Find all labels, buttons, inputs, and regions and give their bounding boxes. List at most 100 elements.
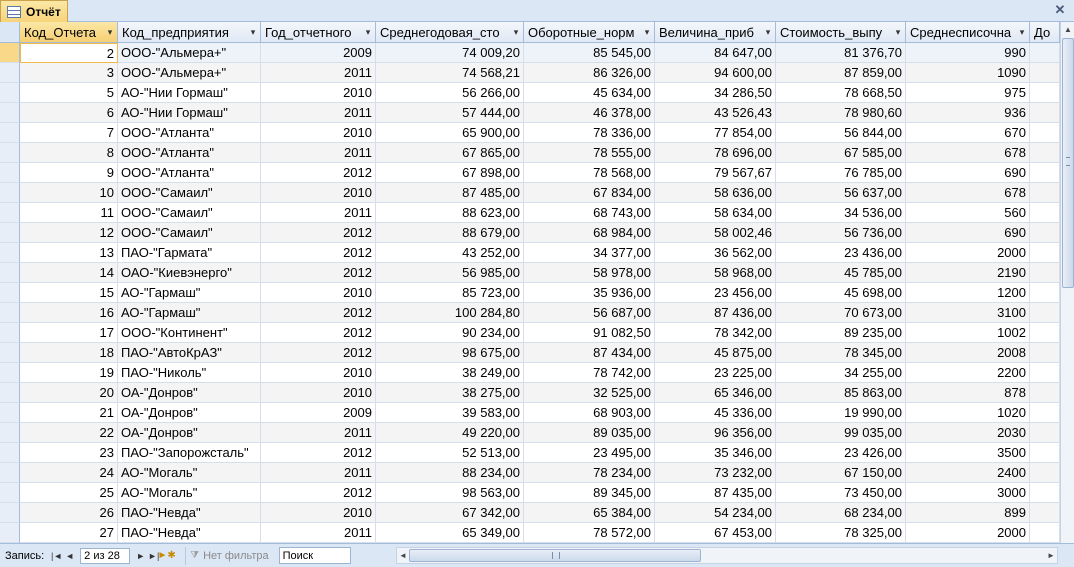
record-selector[interactable] (0, 63, 20, 83)
record-selector[interactable] (0, 243, 20, 263)
table-cell[interactable]: 85 723,00 (376, 283, 524, 303)
table-cell[interactable]: 10 (20, 183, 118, 203)
record-selector[interactable] (0, 383, 20, 403)
table-cell[interactable]: 15 (20, 283, 118, 303)
table-cell[interactable]: 67 585,00 (776, 143, 906, 163)
table-cell[interactable]: ОАО-"Киевэнерго" (118, 263, 261, 283)
table-cell[interactable] (1030, 103, 1060, 123)
table-cell[interactable]: 23 456,00 (655, 283, 776, 303)
table-cell[interactable] (1030, 143, 1060, 163)
table-cell[interactable]: АО-"Гармаш" (118, 283, 261, 303)
record-selector[interactable] (0, 123, 20, 143)
table-cell[interactable]: 2011 (261, 463, 376, 483)
record-selector[interactable] (0, 423, 20, 443)
table-cell[interactable]: 2010 (261, 383, 376, 403)
table-row[interactable]: 6 АО-"Нии Гормаш" 2011 57 444,00 46 378,00 43… (20, 103, 1060, 123)
table-cell[interactable]: 5 (20, 83, 118, 103)
horizontal-scrollbar[interactable]: ◄ ► (396, 547, 1058, 564)
table-cell[interactable]: 26 (20, 503, 118, 523)
column-header[interactable]: Среднегодовая_сто ▾ (376, 22, 524, 43)
table-row[interactable]: 21 ОА-"Донров" 2009 39 583,00 68 903,00 45 33… (20, 403, 1060, 423)
table-cell[interactable]: 9 (20, 163, 118, 183)
table-cell[interactable]: 45 698,00 (776, 283, 906, 303)
table-cell[interactable]: 58 634,00 (655, 203, 776, 223)
table-cell[interactable]: 58 968,00 (655, 263, 776, 283)
table-cell[interactable]: 19 990,00 (776, 403, 906, 423)
no-filter-button[interactable]: ⧩ Нет фильтра (185, 546, 272, 565)
table-cell[interactable]: 88 679,00 (376, 223, 524, 243)
table-row[interactable]: 15 АО-"Гармаш" 2010 85 723,00 35 936,00 23 45… (20, 283, 1060, 303)
table-cell[interactable]: 11 (20, 203, 118, 223)
table-cell[interactable]: 560 (906, 203, 1030, 223)
table-cell[interactable]: 23 426,00 (776, 443, 906, 463)
table-cell[interactable]: 45 336,00 (655, 403, 776, 423)
table-cell[interactable]: 85 545,00 (524, 43, 655, 63)
table-cell[interactable]: 78 342,00 (655, 323, 776, 343)
table-cell[interactable] (1030, 163, 1060, 183)
chevron-down-icon[interactable]: ▾ (248, 27, 258, 38)
table-row[interactable]: 26 ПАО-"Невда" 2010 67 342,00 65 384,00 54 23… (20, 503, 1060, 523)
table-cell[interactable]: 58 002,46 (655, 223, 776, 243)
chevron-down-icon[interactable]: ▾ (893, 27, 903, 38)
table-cell[interactable]: 975 (906, 83, 1030, 103)
table-cell[interactable]: 78 325,00 (776, 523, 906, 543)
table-cell[interactable]: 73 232,00 (655, 463, 776, 483)
record-selector[interactable] (0, 403, 20, 423)
table-cell[interactable]: 2012 (261, 263, 376, 283)
table-cell[interactable]: 690 (906, 223, 1030, 243)
table-cell[interactable]: ПАО-"Невда" (118, 523, 261, 543)
table-cell[interactable]: ООО-"Континент" (118, 323, 261, 343)
next-record-icon[interactable]: ► (134, 548, 147, 564)
table-row[interactable]: 16 АО-"Гармаш" 2012 100 284,80 56 687,00 87 4… (20, 303, 1060, 323)
table-row[interactable]: 9 ООО-"Атланта" 2012 67 898,00 78 568,00 79 5… (20, 163, 1060, 183)
tab-report[interactable]: Отчёт (0, 0, 68, 22)
table-cell[interactable]: 56 687,00 (524, 303, 655, 323)
table-cell[interactable]: 81 376,70 (776, 43, 906, 63)
table-cell[interactable]: 78 572,00 (524, 523, 655, 543)
table-cell[interactable]: 78 742,00 (524, 363, 655, 383)
table-cell[interactable] (1030, 343, 1060, 363)
table-cell[interactable]: 78 980,60 (776, 103, 906, 123)
table-cell[interactable]: 35 936,00 (524, 283, 655, 303)
table-cell[interactable]: 56 736,00 (776, 223, 906, 243)
table-cell[interactable]: 89 345,00 (524, 483, 655, 503)
table-cell[interactable]: 67 834,00 (524, 183, 655, 203)
chevron-down-icon[interactable]: ▾ (642, 27, 652, 38)
table-cell[interactable]: ПАО-"Запорожсталь" (118, 443, 261, 463)
table-row[interactable]: 13 ПАО-"Гармата" 2012 43 252,00 34 377,00 36 … (20, 243, 1060, 263)
table-cell[interactable] (1030, 383, 1060, 403)
table-cell[interactable]: 87 434,00 (524, 343, 655, 363)
table-cell[interactable]: ООО-"Атланта" (118, 163, 261, 183)
table-cell[interactable] (1030, 63, 1060, 83)
table-cell[interactable]: 91 082,50 (524, 323, 655, 343)
table-cell[interactable]: 2200 (906, 363, 1030, 383)
record-selector[interactable] (0, 343, 20, 363)
horizontal-scroll-thumb[interactable] (409, 549, 701, 562)
table-cell[interactable]: 96 356,00 (655, 423, 776, 443)
table-cell[interactable]: 67 150,00 (776, 463, 906, 483)
table-cell[interactable]: 38 249,00 (376, 363, 524, 383)
table-cell[interactable]: 67 898,00 (376, 163, 524, 183)
table-row[interactable]: 24 АО-"Могаль" 2011 88 234,00 78 234,00 73 23… (20, 463, 1060, 483)
table-cell[interactable]: 12 (20, 223, 118, 243)
table-cell[interactable]: 34 286,50 (655, 83, 776, 103)
table-row[interactable]: 17 ООО-"Континент" 2012 90 234,00 91 082,50 7… (20, 323, 1060, 343)
table-row[interactable]: 19 ПАО-"Николь" 2010 38 249,00 78 742,00 23 2… (20, 363, 1060, 383)
table-row[interactable]: 11 ООО-"Самаил" 2011 88 623,00 68 743,00 58 6… (20, 203, 1060, 223)
table-cell[interactable] (1030, 123, 1060, 143)
vertical-scrollbar[interactable]: ▲ (1060, 22, 1074, 543)
table-cell[interactable] (1030, 403, 1060, 423)
table-cell[interactable]: ОА-"Донров" (118, 423, 261, 443)
table-cell[interactable]: 2011 (261, 523, 376, 543)
table-row[interactable]: 2 ООО-"Альмера+" 2009 74 009,20 85 545,00 84 … (20, 43, 1060, 63)
table-cell[interactable]: 78 555,00 (524, 143, 655, 163)
table-cell[interactable]: 45 785,00 (776, 263, 906, 283)
table-cell[interactable]: 45 875,00 (655, 343, 776, 363)
table-row[interactable]: 22 ОА-"Донров" 2011 49 220,00 89 035,00 96 35… (20, 423, 1060, 443)
table-cell[interactable] (1030, 183, 1060, 203)
table-cell[interactable]: 87 859,00 (776, 63, 906, 83)
table-cell[interactable] (1030, 363, 1060, 383)
table-cell[interactable]: 67 342,00 (376, 503, 524, 523)
scroll-left-icon[interactable]: ◄ (397, 548, 409, 563)
table-cell[interactable]: 98 675,00 (376, 343, 524, 363)
